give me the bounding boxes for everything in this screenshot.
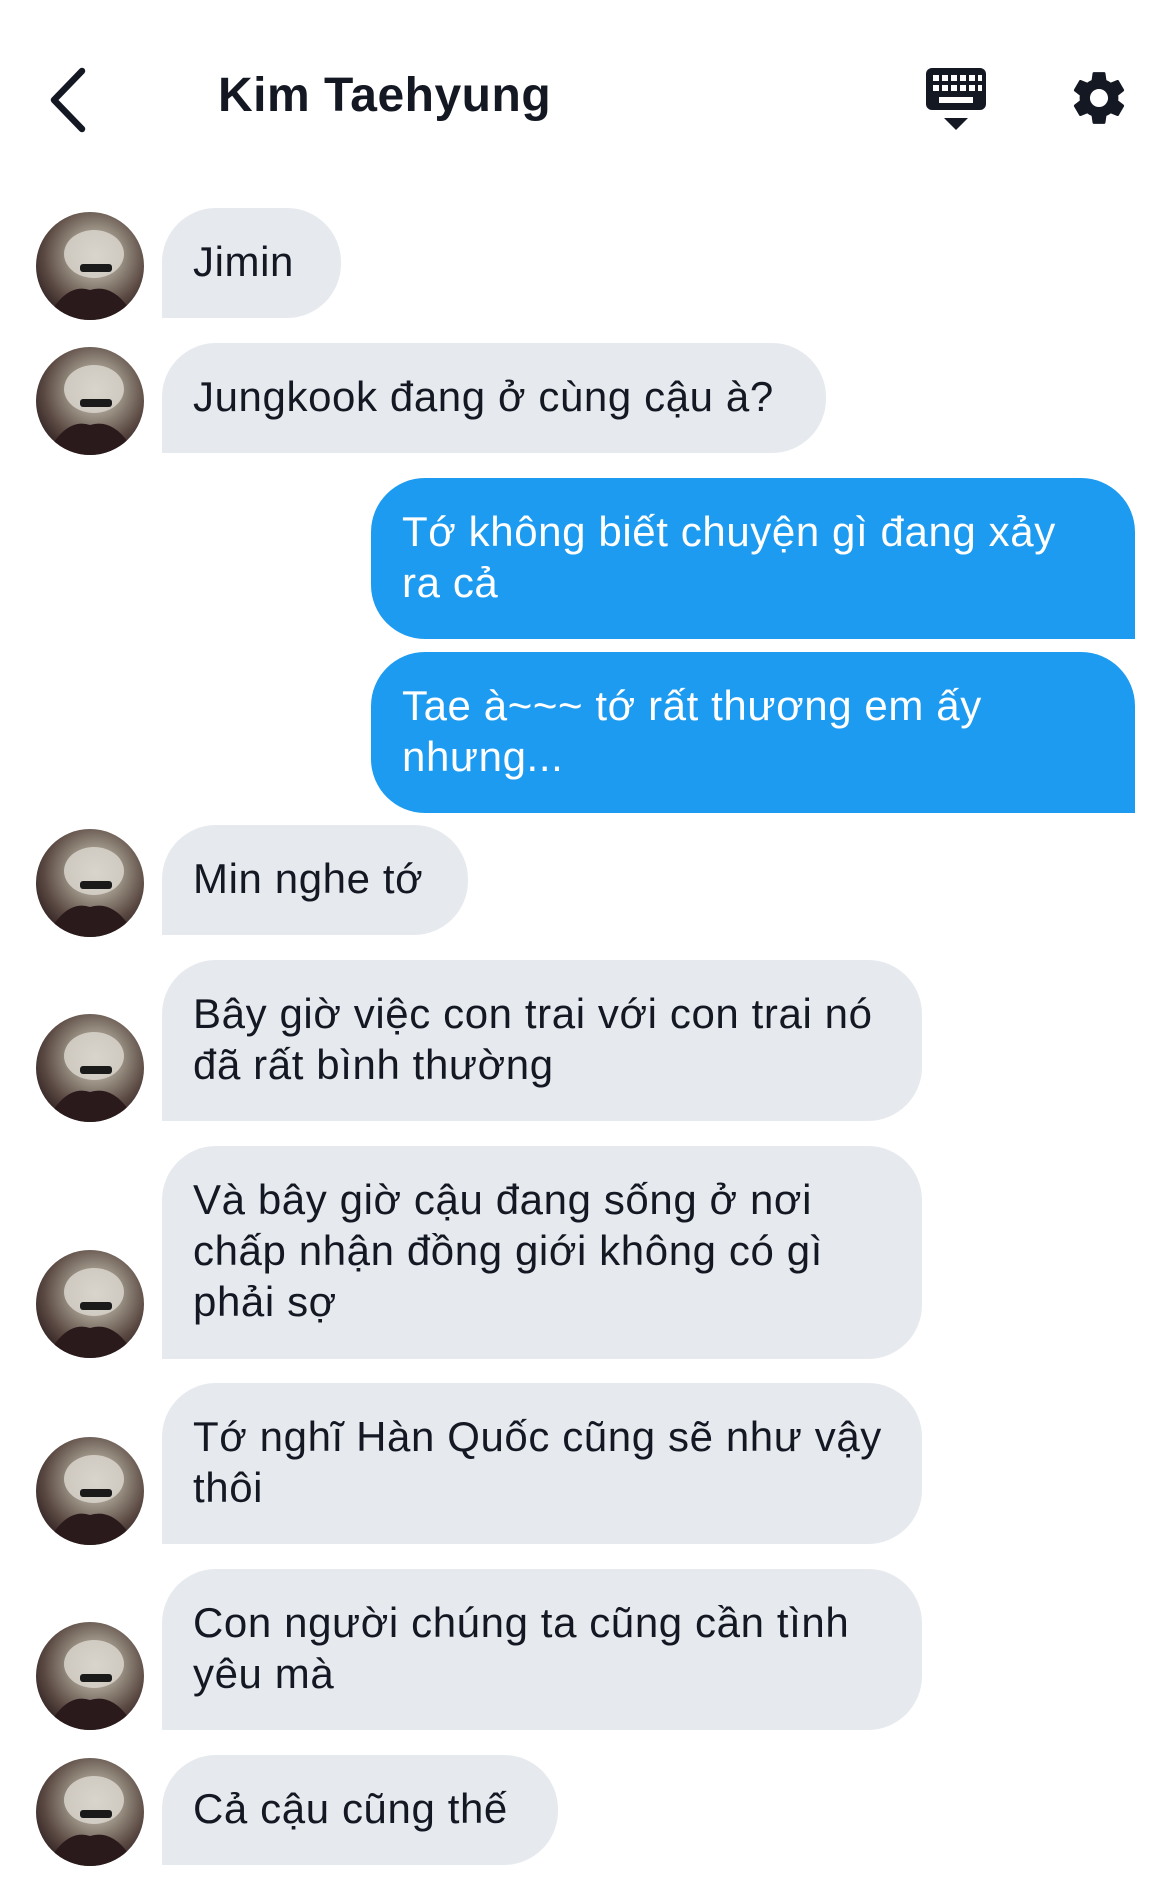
avatar[interactable] xyxy=(36,1250,144,1358)
avatar[interactable] xyxy=(36,1622,144,1730)
message-bubble-incoming[interactable]: Con người chúng ta cũng cần tình yêu mà xyxy=(162,1569,922,1730)
message-bubble-incoming[interactable]: Min nghe tớ xyxy=(162,825,468,935)
avatar[interactable] xyxy=(36,347,144,455)
settings-button[interactable] xyxy=(1068,66,1130,130)
keyboard-icon xyxy=(926,68,986,130)
chat-header: Kim Taehyung xyxy=(0,0,1170,200)
message-bubble-incoming[interactable]: Bây giờ việc con trai với con trai nó đã… xyxy=(162,960,922,1121)
message-bubble-incoming[interactable]: Cả cậu cũng thế xyxy=(162,1755,558,1865)
message-bubble-outgoing[interactable]: Tae à~~~ tớ rất thương em ấy nhưng... xyxy=(371,652,1135,813)
back-button[interactable] xyxy=(38,60,98,140)
avatar[interactable] xyxy=(36,1014,144,1122)
message-bubble-incoming[interactable]: Jimin xyxy=(162,208,341,318)
keyboard-button[interactable] xyxy=(918,66,994,138)
avatar[interactable] xyxy=(36,829,144,937)
message-bubble-incoming[interactable]: Jungkook đang ở cùng cậu à? xyxy=(162,343,826,453)
avatar[interactable] xyxy=(36,212,144,320)
message-bubble-outgoing[interactable]: Tớ không biết chuyện gì đang xảy ra cả xyxy=(371,478,1135,639)
chevron-left-icon xyxy=(50,67,86,133)
avatar[interactable] xyxy=(36,1437,144,1545)
message-bubble-incoming[interactable]: Tớ nghĩ Hàn Quốc cũng sẽ như vậy thôi xyxy=(162,1383,922,1544)
message-bubble-incoming[interactable]: Và bây giờ cậu đang sống ở nơi chấp nhận… xyxy=(162,1146,922,1359)
gear-icon xyxy=(1073,72,1125,124)
avatar[interactable] xyxy=(36,1758,144,1866)
contact-name: Kim Taehyung xyxy=(218,69,552,122)
